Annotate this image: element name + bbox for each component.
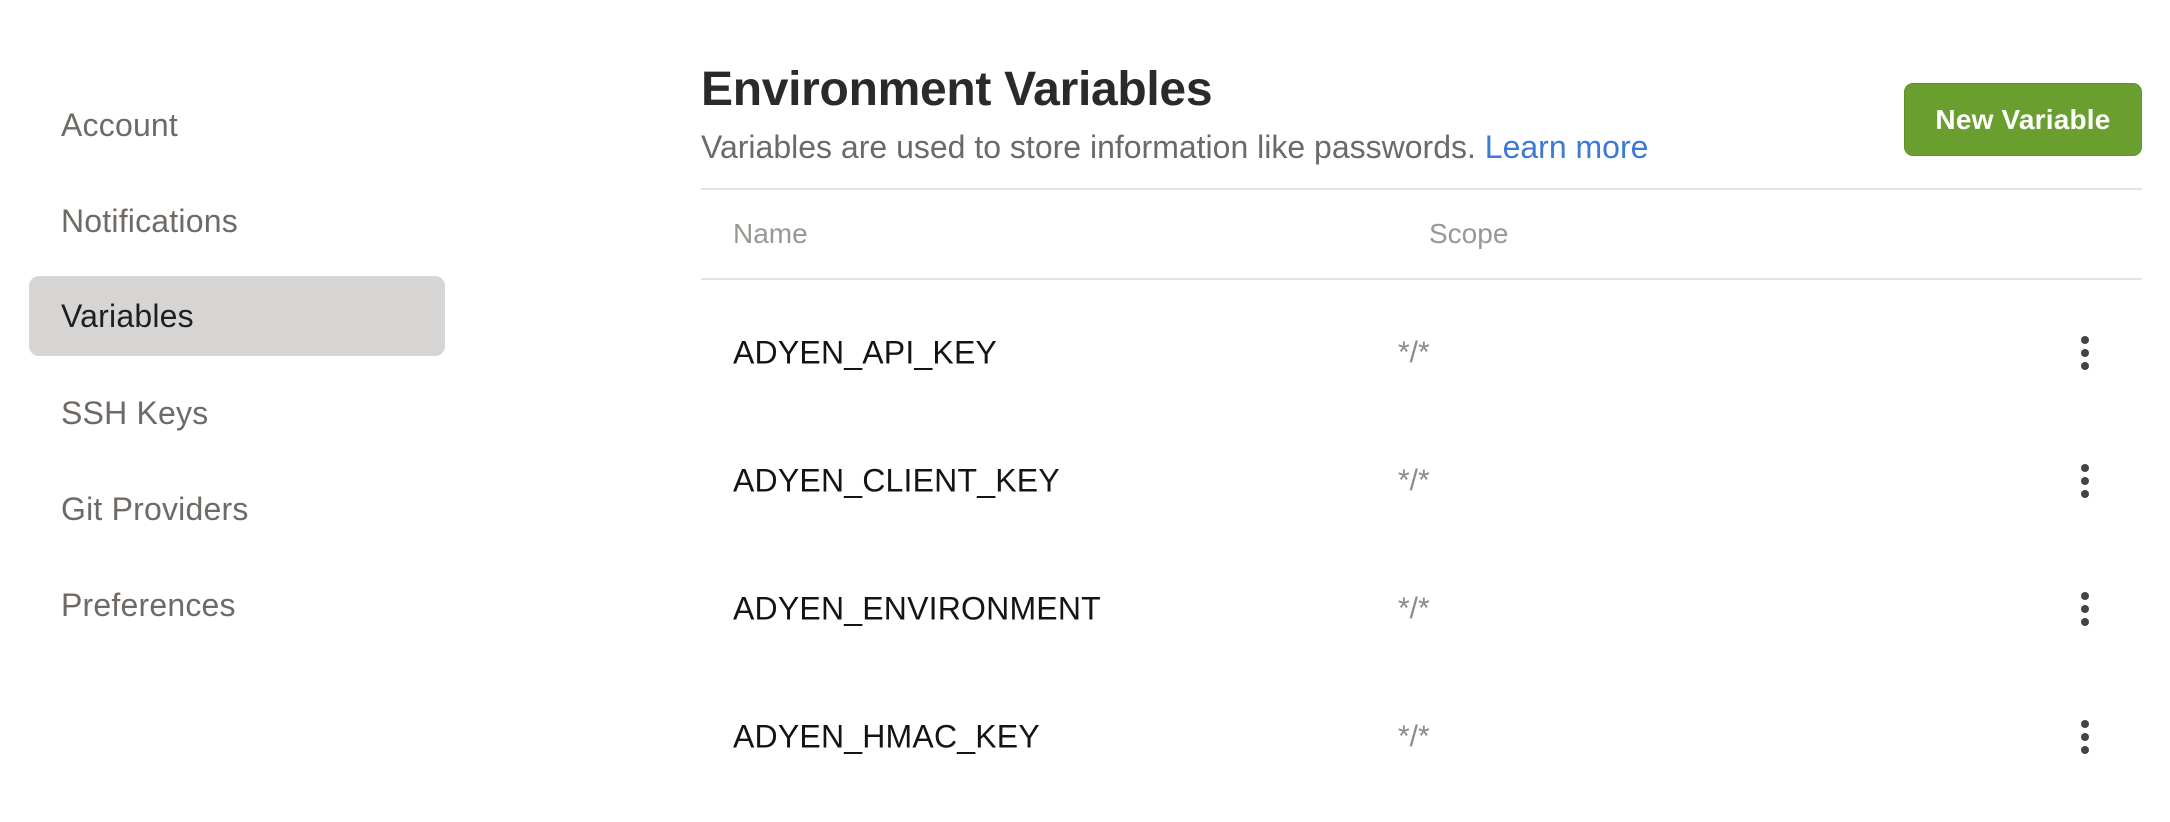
sidebar-item-label: Git Providers	[61, 490, 249, 527]
sidebar-item-variables[interactable]: Variables	[29, 276, 445, 356]
column-header-name: Name	[733, 218, 808, 249]
header-divider	[701, 188, 2142, 190]
more-vertical-icon[interactable]	[2065, 329, 2105, 377]
table-row[interactable]: ADYEN_API_KEY */*	[701, 289, 2142, 417]
page-subtitle: Variables are used to store information …	[701, 129, 1648, 166]
variable-name: ADYEN_ENVIRONMENT	[733, 590, 1101, 627]
variable-name: ADYEN_CLIENT_KEY	[733, 462, 1060, 499]
sidebar-item-label: Preferences	[61, 586, 236, 623]
variable-scope: */*	[1398, 336, 1430, 369]
table-row[interactable]: ADYEN_HMAC_KEY */*	[701, 673, 2142, 801]
variable-name: ADYEN_API_KEY	[733, 334, 998, 371]
learn-more-link[interactable]: Learn more	[1485, 129, 1649, 165]
subtitle-text: Variables are used to store information …	[701, 129, 1476, 165]
variable-scope: */*	[1398, 720, 1430, 753]
more-vertical-icon[interactable]	[2065, 585, 2105, 633]
more-vertical-icon[interactable]	[2065, 713, 2105, 761]
column-header-scope: Scope	[1429, 218, 1509, 249]
table-row[interactable]: ADYEN_ENVIRONMENT */*	[701, 545, 2142, 673]
sidebar-item-preferences[interactable]: Preferences	[29, 565, 445, 645]
sidebar-item-account[interactable]: Account	[29, 85, 445, 165]
table-row[interactable]: ADYEN_CLIENT_KEY */*	[701, 417, 2142, 545]
sidebar-item-ssh-keys[interactable]: SSH Keys	[29, 373, 445, 453]
more-vertical-icon[interactable]	[2065, 457, 2105, 505]
sidebar-item-notifications[interactable]: Notifications	[29, 181, 445, 261]
sidebar-item-label: Variables	[61, 297, 194, 334]
page-title: Environment Variables	[701, 63, 1213, 116]
new-variable-button[interactable]: New Variable	[1904, 83, 2142, 156]
variable-name: ADYEN_HMAC_KEY	[733, 718, 1040, 755]
variables-panel: Environment Variables Variables are used…	[701, 0, 2142, 822]
sidebar-item-git-providers[interactable]: Git Providers	[29, 469, 445, 549]
table-header-divider	[701, 278, 2142, 280]
variable-scope: */*	[1398, 592, 1430, 625]
sidebar-item-label: Account	[61, 106, 179, 143]
sidebar-item-label: Notifications	[61, 202, 238, 239]
variable-scope: */*	[1398, 464, 1430, 497]
sidebar-item-label: SSH Keys	[61, 394, 209, 431]
